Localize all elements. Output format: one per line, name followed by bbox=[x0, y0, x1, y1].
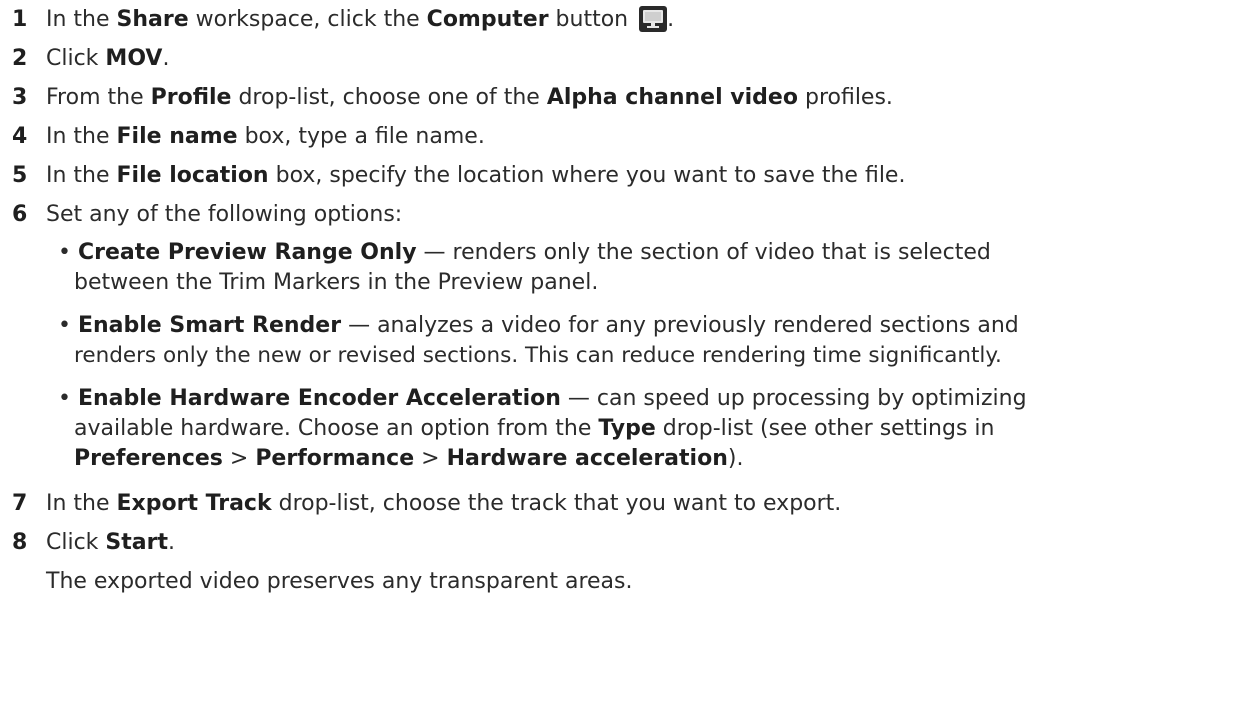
bullet: • bbox=[58, 240, 71, 265]
option-term: Enable Hardware Encoder Acceleration bbox=[77, 386, 561, 411]
text: drop-list (see other settings in bbox=[655, 416, 995, 441]
option-continuation: renders only the new or revised sections… bbox=[74, 343, 1002, 368]
step-number: 5 bbox=[12, 163, 28, 188]
bullet: • bbox=[58, 386, 71, 411]
option-hardware-encoder: • Enable Hardware Encoder Acceleration —… bbox=[58, 384, 1235, 414]
bullet: • bbox=[58, 313, 71, 338]
step-text: Click Start. bbox=[46, 528, 175, 558]
term-alpha-channel-video: Alpha channel video bbox=[546, 85, 798, 110]
text: profiles. bbox=[797, 85, 893, 110]
option-term: Create Preview Range Only bbox=[77, 240, 417, 265]
text: In the bbox=[46, 7, 117, 32]
text: drop-list, choose the track that you wan… bbox=[271, 491, 842, 516]
term-profile: Profile bbox=[150, 85, 232, 110]
text: drop-list, choose one of the bbox=[231, 85, 547, 110]
instructions-document: 1 In the Share workspace, click the Comp… bbox=[0, 0, 1243, 725]
step-number: 2 bbox=[12, 46, 28, 71]
term-start: Start bbox=[105, 530, 168, 555]
text: Click bbox=[46, 530, 106, 555]
step-number: 3 bbox=[12, 85, 28, 110]
step-text: In the Share workspace, click the Comput… bbox=[46, 5, 674, 35]
step-text: In the File name box, type a file name. bbox=[46, 122, 485, 152]
option-desc: — analyzes a video for any previously re… bbox=[341, 313, 1019, 338]
option-continuation: Preferences > Performance > Hardware acc… bbox=[74, 444, 743, 474]
text: Click bbox=[46, 46, 106, 71]
term-mov: MOV bbox=[105, 46, 163, 71]
option-create-preview-range: • Create Preview Range Only — renders on… bbox=[58, 238, 1235, 268]
step-text: Click MOV. bbox=[46, 44, 169, 74]
step-text: In the File location box, specify the lo… bbox=[46, 161, 905, 191]
text: In the bbox=[46, 163, 117, 188]
text: . bbox=[162, 46, 170, 71]
term-file-name: File name bbox=[116, 124, 238, 149]
option-term: Enable Smart Render bbox=[77, 313, 342, 338]
step-number: 8 bbox=[12, 530, 28, 555]
term-type: Type bbox=[598, 416, 656, 441]
text: > bbox=[222, 446, 256, 471]
text: . bbox=[667, 7, 675, 32]
text: box, specify the location where you want… bbox=[268, 163, 906, 188]
option-desc: — renders only the section of video that… bbox=[416, 240, 991, 265]
step-text: In the Export Track drop-list, choose th… bbox=[46, 489, 841, 519]
term-preferences: Preferences bbox=[74, 446, 223, 471]
text: . bbox=[168, 530, 175, 555]
term-computer: Computer bbox=[426, 7, 549, 32]
term-export-track: Export Track bbox=[116, 491, 272, 516]
text: button bbox=[548, 7, 636, 32]
term-hardware-acceleration: Hardware acceleration bbox=[446, 446, 728, 471]
result-note: The exported video preserves any transpa… bbox=[46, 569, 633, 594]
text: ). bbox=[727, 446, 744, 471]
step-number: 6 bbox=[12, 202, 28, 227]
term-performance: Performance bbox=[255, 446, 415, 471]
text: From the bbox=[46, 85, 151, 110]
step-text: From the Profile drop-list, choose one o… bbox=[46, 83, 893, 113]
option-continuation: between the Trim Markers in the Preview … bbox=[74, 270, 599, 295]
option-desc: — can speed up processing by optimizing bbox=[560, 386, 1027, 411]
term-file-location: File location bbox=[116, 163, 269, 188]
text: In the bbox=[46, 491, 117, 516]
step-number: 7 bbox=[12, 491, 28, 516]
text: workspace, click the bbox=[188, 7, 427, 32]
text: box, type a file name. bbox=[237, 124, 485, 149]
option-continuation: available hardware. Choose an option fro… bbox=[74, 414, 994, 444]
step-number: 4 bbox=[12, 124, 28, 149]
text: available hardware. Choose an option fro… bbox=[74, 416, 599, 441]
option-enable-smart-render: • Enable Smart Render — analyzes a video… bbox=[58, 311, 1235, 341]
computer-monitor-icon bbox=[639, 6, 668, 32]
text: In the bbox=[46, 124, 117, 149]
step-number: 1 bbox=[12, 7, 28, 32]
term-share: Share bbox=[116, 7, 189, 32]
text: > bbox=[414, 446, 447, 471]
step-text: Set any of the following options: bbox=[46, 202, 403, 227]
